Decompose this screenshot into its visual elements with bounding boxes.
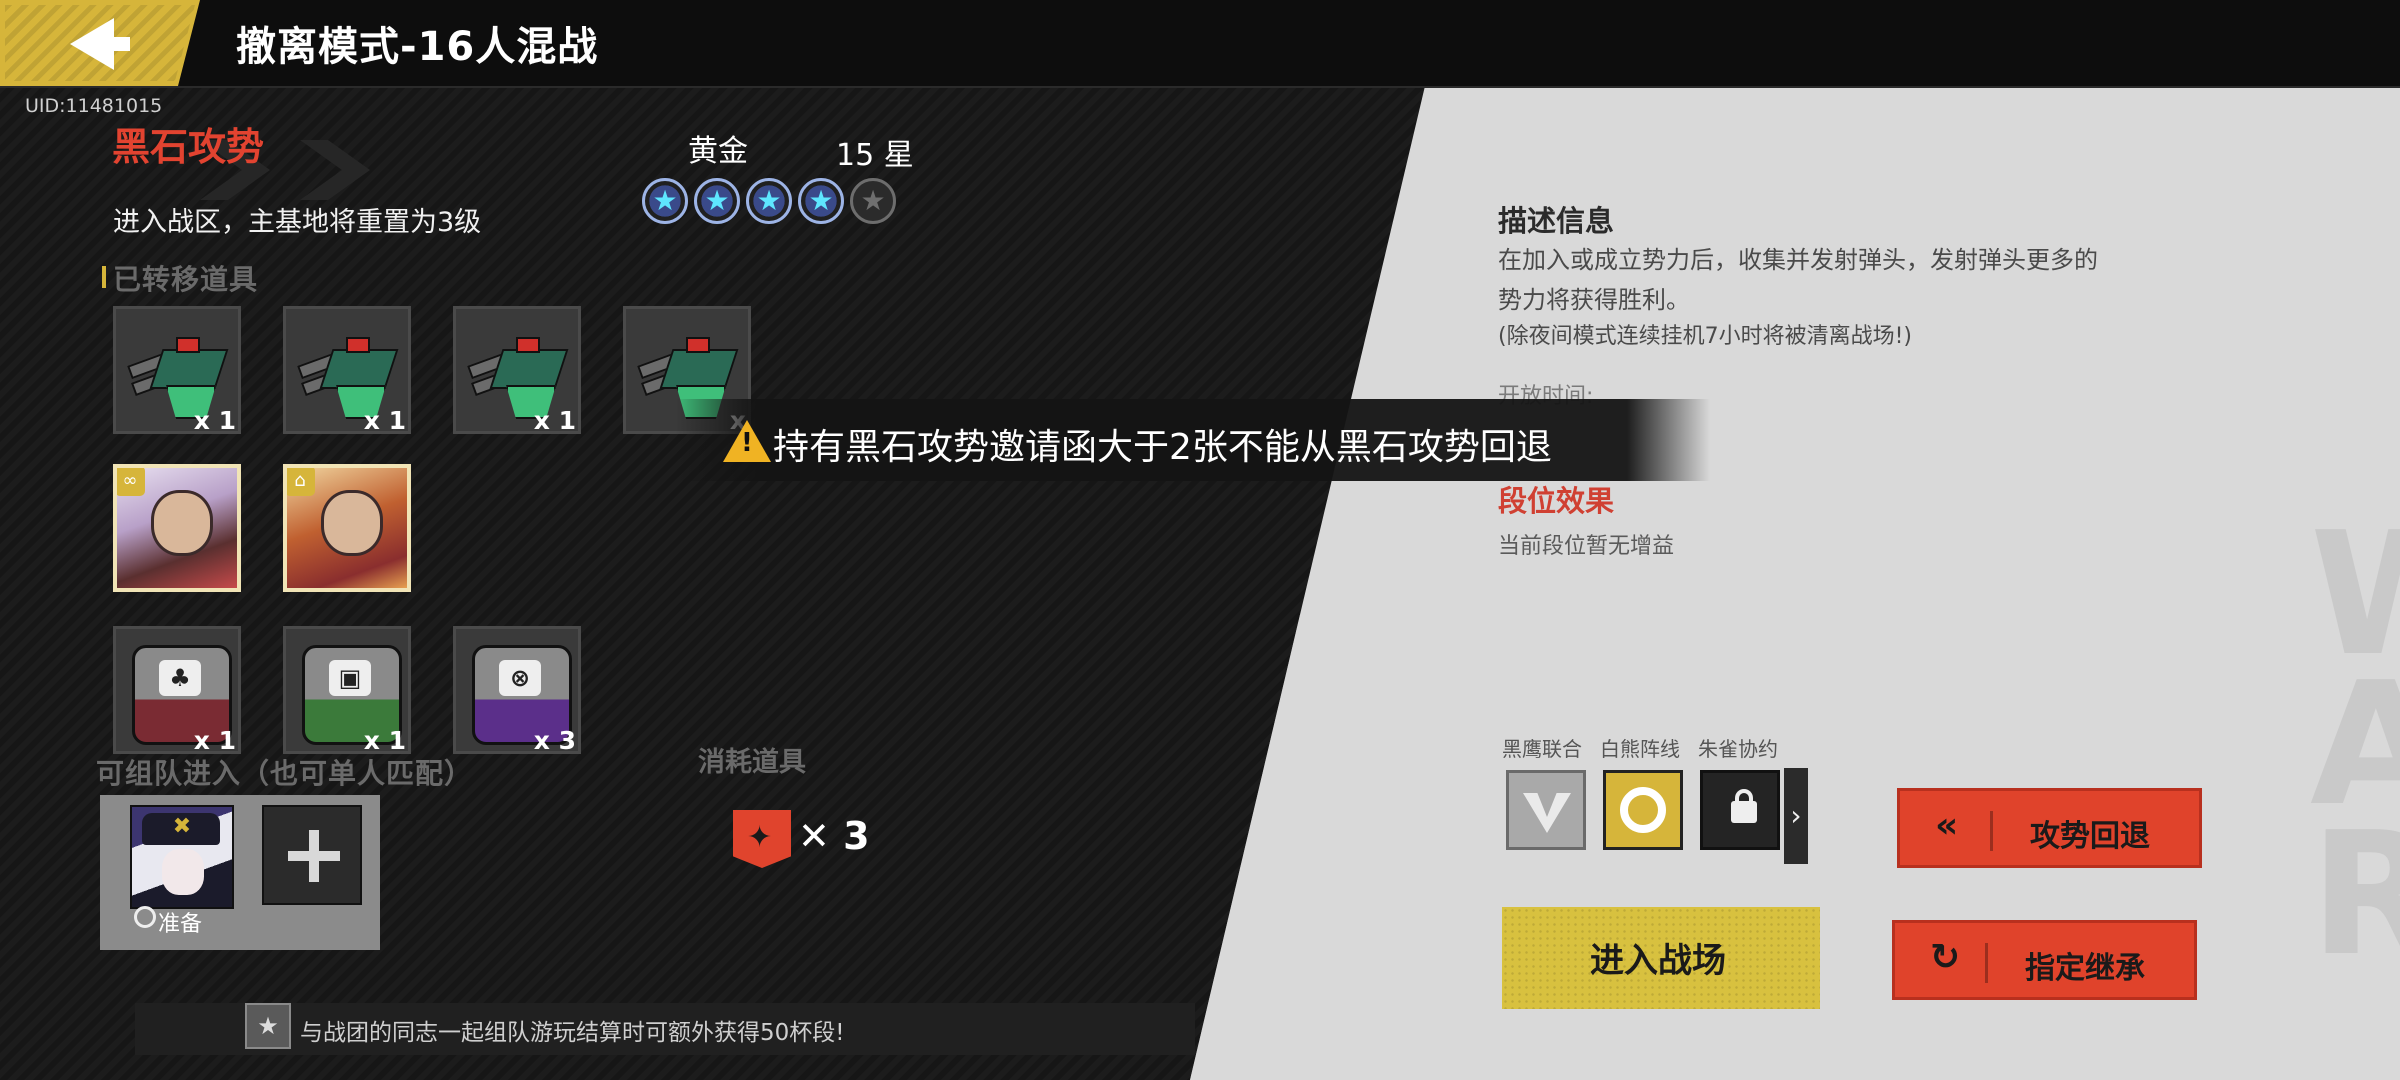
mode-name: 黑石攻势 bbox=[112, 125, 265, 169]
item-quantity: x 1 bbox=[533, 406, 576, 435]
weapon-item[interactable]: x 1 bbox=[113, 306, 241, 435]
faction-blackhawk-button[interactable] bbox=[1506, 770, 1586, 850]
faction-label-blackhawk: 黑鹰联合 bbox=[1502, 737, 1582, 761]
mode-description: 进入战区，主基地将重置为3级 bbox=[113, 207, 482, 238]
item-quantity: x 1 bbox=[363, 406, 406, 435]
rank-star-icon: ★ bbox=[642, 178, 688, 224]
plus-icon bbox=[309, 830, 319, 882]
supply-crate-item[interactable]: ♣ x 1 bbox=[113, 626, 241, 755]
refresh-icon: ↻ bbox=[1930, 937, 1961, 978]
avatar-face bbox=[162, 849, 204, 895]
section-marker bbox=[102, 266, 106, 288]
rank-effect-description: 当前段位暂无增益 bbox=[1498, 534, 1675, 559]
offensive-retreat-button[interactable]: « 攻势回退 bbox=[1897, 788, 2202, 868]
team-label: 可组队进入（也可单人匹配） bbox=[96, 757, 474, 790]
crate-emblem-icon: ⊗ bbox=[499, 660, 541, 696]
item-quantity: x 1 bbox=[193, 726, 236, 755]
whitebear-emblem-icon bbox=[1620, 787, 1666, 833]
ready-icon bbox=[134, 906, 156, 928]
user-id: UID:11481015 bbox=[25, 95, 163, 117]
rank-name: 黄金 bbox=[688, 134, 748, 169]
rank-star-icon: ★ bbox=[798, 178, 844, 224]
character-card[interactable]: ⌂ bbox=[283, 464, 411, 592]
rank-stars: ★ ★ ★ ★ ★ bbox=[642, 178, 896, 224]
consumable-quantity: ✕ 3 bbox=[798, 814, 870, 858]
top-bar: 撤离模式-16人混战 bbox=[0, 0, 2400, 88]
description-line: 在加入或成立势力后，收集并发射弹头，发射弹头更多的 bbox=[1498, 246, 2098, 274]
back-arrow-tail bbox=[98, 37, 130, 51]
description-line: 势力将获得胜利。 bbox=[1498, 286, 1690, 314]
faction-next-arrow-icon[interactable]: › bbox=[1784, 768, 1808, 864]
toast-text: 持有黑石攻势邀请函大于2张不能从黑石攻势回退 bbox=[773, 427, 1552, 468]
ready-label: 准备 bbox=[158, 912, 203, 937]
supply-crate-item[interactable]: ⊗ x 3 bbox=[453, 626, 581, 755]
rank-star-icon: ★ bbox=[850, 178, 896, 224]
item-quantity: x 1 bbox=[193, 406, 236, 435]
faction-zhuque-button[interactable] bbox=[1700, 770, 1780, 850]
item-quantity: x 1 bbox=[363, 726, 406, 755]
enter-battlefield-label: 进入战场 bbox=[1590, 941, 1726, 981]
designate-inherit-button[interactable]: ↻ 指定继承 bbox=[1892, 920, 2197, 1000]
rank-stars-count: 15 星 bbox=[836, 138, 914, 173]
card-type-icon: ⌂ bbox=[287, 468, 315, 496]
description-line: (除夜间模式连续挂机7小时将被清离战场!) bbox=[1498, 324, 1912, 349]
inherit-label: 指定继承 bbox=[2025, 951, 2145, 986]
cap-emblem-icon: ✖ bbox=[172, 814, 192, 839]
character-portrait bbox=[321, 490, 383, 556]
character-portrait bbox=[151, 490, 213, 556]
weapon-item[interactable]: x 1 bbox=[453, 306, 581, 435]
character-card[interactable]: ∞ bbox=[113, 464, 241, 592]
background-watermark: WAR bbox=[2310, 510, 2400, 994]
supply-crate-item[interactable]: ▣ x 1 bbox=[283, 626, 411, 755]
rank-effect-title: 段位效果 bbox=[1498, 484, 1615, 518]
rank-star-icon: ★ bbox=[746, 178, 792, 224]
invitation-item-icon[interactable]: ✦ bbox=[733, 810, 791, 868]
transferred-items-label: 已转移道具 bbox=[113, 263, 259, 296]
faction-label-whitebear: 白熊阵线 bbox=[1600, 737, 1680, 761]
faction-whitebear-button[interactable] bbox=[1603, 770, 1683, 850]
add-teammate-button[interactable] bbox=[262, 805, 362, 905]
retreat-label: 攻势回退 bbox=[2030, 819, 2150, 854]
warning-icon-mark: ! bbox=[741, 428, 753, 458]
star-badge-icon: ★ bbox=[245, 1003, 291, 1049]
rank-star-icon: ★ bbox=[694, 178, 740, 224]
item-quantity: x 3 bbox=[533, 726, 576, 755]
crate-emblem-icon: ▣ bbox=[329, 660, 371, 696]
faction-label-zhuque: 朱雀协约 bbox=[1698, 737, 1778, 761]
description-title: 描述信息 bbox=[1498, 204, 1615, 238]
button-separator bbox=[1990, 811, 1993, 851]
page-title: 撤离模式-16人混战 bbox=[236, 24, 599, 70]
hint-text: 与战团的同志一起组队游玩结算时可额外获得50杯段! bbox=[300, 1020, 845, 1046]
card-type-icon: ∞ bbox=[117, 468, 145, 496]
blackhawk-emblem-icon bbox=[1523, 793, 1571, 833]
back-button[interactable] bbox=[0, 0, 200, 86]
crate-emblem-icon: ♣ bbox=[159, 660, 201, 696]
lock-icon bbox=[1731, 801, 1757, 823]
button-separator bbox=[1985, 943, 1988, 983]
consumables-label: 消耗道具 bbox=[698, 747, 806, 778]
weapon-item[interactable]: x 1 bbox=[283, 306, 411, 435]
double-chevron-left-icon: « bbox=[1935, 805, 1959, 846]
player-avatar[interactable]: ✖ bbox=[130, 805, 234, 909]
